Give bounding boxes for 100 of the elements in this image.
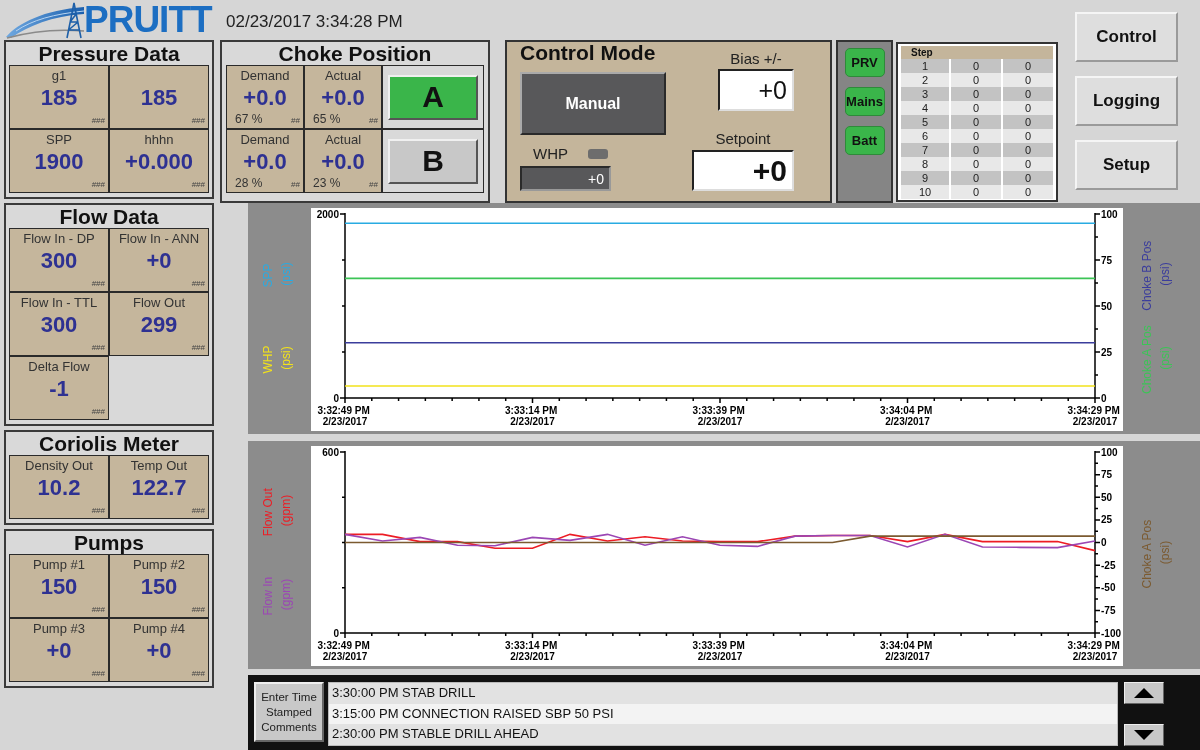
- units-label: ###: [191, 116, 206, 127]
- units-label: ###: [191, 343, 206, 354]
- whp-field[interactable]: +0: [520, 166, 611, 191]
- table-cell: 10: [901, 185, 949, 199]
- derrick-logo-icon: [4, 1, 84, 39]
- readout-label: Demand: [240, 132, 290, 148]
- axis-title: Flow In (gpm): [261, 576, 293, 616]
- axis-tick-label: 50: [1101, 491, 1113, 503]
- units-label: ###: [91, 116, 106, 127]
- units-label: ###: [91, 180, 106, 191]
- axis-tick-label: 50: [1101, 300, 1113, 312]
- readout-value: 1900: [34, 148, 84, 175]
- field-label: WHP: [533, 145, 568, 163]
- readout-value: 185: [40, 84, 78, 111]
- axis-tick-label: 0: [1101, 392, 1107, 404]
- readout-value: +0: [46, 637, 72, 664]
- readout-value: 122.7: [131, 474, 187, 501]
- percent-text: 65 %: [313, 112, 341, 126]
- axis-tick-label: 2000: [316, 208, 339, 220]
- units-label: ##: [291, 116, 300, 126]
- setpoint-field[interactable]: +0: [692, 150, 794, 191]
- panel-title: Coriolis Meter: [38, 432, 180, 455]
- units-label: ###: [191, 506, 206, 517]
- readout-value: +0: [146, 247, 172, 274]
- axis-tick-label: 75: [1101, 254, 1113, 266]
- axis-tick-label: -100: [1101, 627, 1121, 639]
- readout-label: SPP: [46, 132, 72, 148]
- readout-value: 185: [140, 84, 178, 111]
- logo-text: PRUITT: [84, 1, 212, 39]
- units-label: ###: [191, 180, 206, 191]
- readout-label: Pump #1: [32, 557, 85, 573]
- readout-label: Delta Flow: [28, 359, 90, 375]
- choke-select-button[interactable]: B: [388, 138, 478, 184]
- scroll-down-button[interactable]: [1124, 724, 1164, 746]
- panel-title: Pumps: [73, 531, 145, 554]
- status-button[interactable]: PRV: [844, 48, 885, 77]
- down-triangle-icon: [1134, 730, 1154, 740]
- status-button[interactable]: Mains: [844, 87, 885, 116]
- axis-tick-label: 0: [333, 627, 339, 639]
- axis-title: SPP (psi): [261, 262, 293, 288]
- choke-select-button[interactable]: A: [388, 74, 478, 120]
- status-button[interactable]: Batt: [844, 126, 885, 155]
- axis-tick-label: 3:33:39 PM 2/23/2017: [692, 404, 745, 427]
- readout-label: Flow In - DP: [23, 231, 95, 247]
- nav-button[interactable]: Logging: [1075, 76, 1178, 126]
- table-cell: 0: [951, 73, 1001, 87]
- readout-value: 300: [40, 311, 78, 338]
- table-cell: 0: [1003, 171, 1053, 185]
- panel-title: Control Mode: [520, 42, 657, 64]
- comment-entry-button[interactable]: Enter Time Stamped Comments: [254, 682, 324, 742]
- axis-title: Choke B Pos (psi): [1140, 240, 1172, 311]
- scroll-up-button[interactable]: [1124, 682, 1164, 704]
- percent-text: 67 %: [235, 112, 263, 126]
- table-cell: 0: [951, 87, 1001, 101]
- readout-value: 300: [40, 247, 78, 274]
- table-cell: 6: [901, 129, 949, 143]
- axis-title: WHP (psi): [261, 345, 293, 374]
- readout-label: Actual: [324, 132, 362, 148]
- readout-label: hhhn: [144, 132, 174, 148]
- mode-button[interactable]: Manual: [520, 72, 666, 135]
- units-label: ##: [369, 180, 378, 190]
- readout-label: Flow In - TTL: [20, 295, 98, 311]
- nav-button[interactable]: Setup: [1075, 140, 1178, 190]
- readout-label: Density Out: [25, 458, 93, 474]
- axis-tick-label: 75: [1101, 469, 1113, 481]
- panel-title: Pressure Data: [37, 42, 181, 65]
- readout-value: 10.2: [37, 474, 81, 501]
- table-cell: 0: [1003, 87, 1053, 101]
- readout-label: Demand: [240, 68, 290, 84]
- axis-tick-label: 3:33:14 PM 2/23/2017: [505, 639, 558, 662]
- table-cell: 8: [901, 157, 949, 171]
- table-cell: 4: [901, 101, 949, 115]
- table-cell: 0: [951, 115, 1001, 129]
- comment-row: 3:30:00 PM STAB DRILL: [329, 683, 1117, 704]
- readout-value: +0.0: [321, 84, 365, 111]
- axis-tick-label: 25: [1101, 346, 1113, 358]
- axis-tick-label: 3:32:49 PM 2/23/2017: [317, 404, 370, 427]
- bias-field[interactable]: +0: [718, 69, 794, 111]
- readout-value: 150: [40, 573, 78, 600]
- nav-button[interactable]: Control: [1075, 12, 1178, 62]
- readout-label: Flow In - ANN: [118, 231, 200, 247]
- axis-tick-label: 3:34:04 PM 2/23/2017: [880, 404, 933, 427]
- readout-value: 150: [140, 573, 178, 600]
- field-label: Bias +/-: [729, 50, 783, 68]
- table-cell: 0: [951, 129, 1001, 143]
- axis-tick-label: -50: [1101, 582, 1116, 594]
- readout-label: Actual: [324, 68, 362, 84]
- table-cell: 0: [1003, 185, 1053, 199]
- readout-label: g1: [51, 68, 67, 84]
- table-cell: 1: [901, 59, 949, 73]
- axis-tick-label: -75: [1101, 604, 1116, 616]
- axis-tick-label: -25: [1101, 559, 1116, 571]
- readout-value: -1: [49, 375, 69, 402]
- axis-tick-label: 3:34:29 PM 2/23/2017: [1067, 639, 1120, 662]
- units-label: ###: [91, 669, 106, 680]
- units-label: ###: [91, 605, 106, 616]
- table-cell: 0: [1003, 115, 1053, 129]
- readout-value: +0.0: [243, 84, 287, 111]
- axis-tick-label: 100: [1101, 446, 1118, 458]
- axis-tick-label: 600: [322, 446, 339, 458]
